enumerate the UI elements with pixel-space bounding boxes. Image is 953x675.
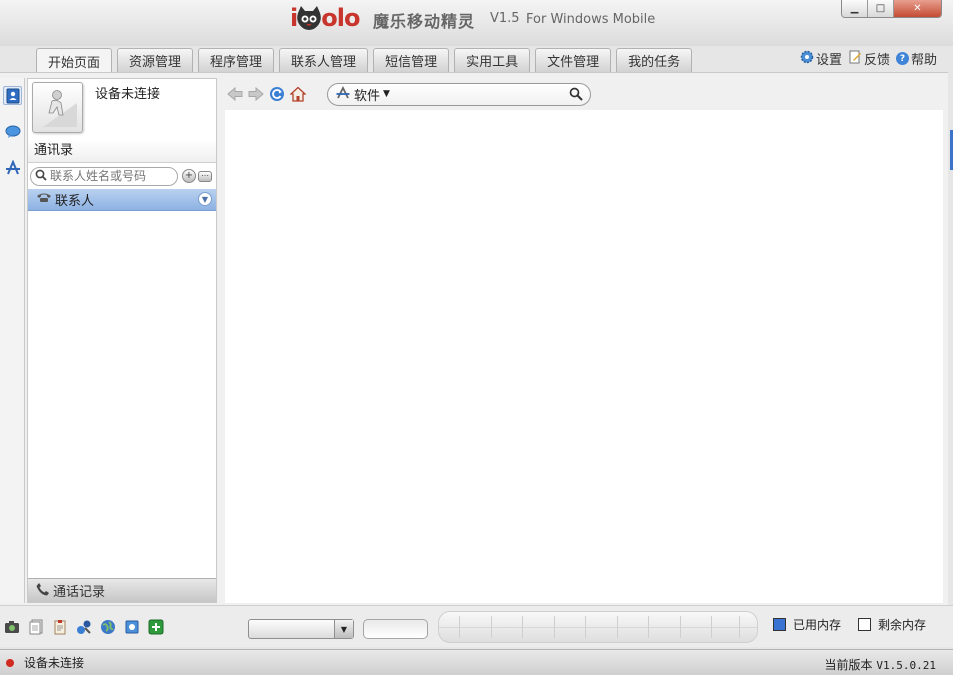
tab-files[interactable]: 文件管理 bbox=[535, 48, 612, 72]
contact-group-label: 联系人 bbox=[55, 194, 95, 209]
install-icon[interactable] bbox=[147, 618, 165, 636]
content-area bbox=[225, 110, 943, 603]
appstore-small-icon bbox=[336, 85, 350, 103]
tool-icons bbox=[3, 618, 165, 636]
feedback-button[interactable]: 反馈 bbox=[848, 49, 890, 68]
title-bar: i olo 魔乐移动精灵 V1.5 For Windows Mobile ▁ □… bbox=[0, 0, 953, 46]
section-title: 通讯录 bbox=[28, 139, 216, 163]
logo-cat-icon bbox=[295, 5, 323, 31]
address-label: 软件 bbox=[354, 88, 381, 104]
app-version: V1.5 bbox=[490, 11, 520, 26]
contacts-panel: 设备未连接 通讯录 + ⋯ 联系人 ▼ 通话记录 bbox=[27, 78, 217, 603]
tab-my-tasks[interactable]: 我的任务 bbox=[616, 48, 693, 72]
refresh-button[interactable] bbox=[267, 84, 287, 104]
legend-used-memory: 已用内存 bbox=[773, 616, 841, 633]
used-memory-swatch bbox=[773, 618, 786, 631]
window-controls: ▁ □ ✕ bbox=[841, 0, 942, 18]
maximize-icon: □ bbox=[875, 2, 886, 14]
device-info: 设备未连接 bbox=[28, 79, 216, 137]
help-button[interactable]: ? 帮助 bbox=[895, 49, 937, 68]
chevron-down-icon[interactable]: ▼ bbox=[198, 192, 212, 206]
handset-icon bbox=[36, 582, 49, 600]
globe-icon[interactable] bbox=[99, 618, 117, 636]
dropdown-arrow-icon[interactable]: ▼ bbox=[334, 620, 353, 638]
ellipsis-icon: ⋯ bbox=[201, 171, 209, 180]
network-tools-icon[interactable] bbox=[75, 618, 93, 636]
screenshot-icon[interactable] bbox=[123, 618, 141, 636]
minimize-icon: ▁ bbox=[850, 2, 859, 14]
contact-search-input[interactable] bbox=[50, 169, 175, 183]
phone-icon bbox=[36, 192, 52, 207]
more-options-button[interactable]: ⋯ bbox=[198, 170, 212, 182]
connection-status-text: 设备未连接 bbox=[24, 656, 85, 670]
plus-icon: + bbox=[184, 170, 194, 181]
tab-sms[interactable]: 短信管理 bbox=[373, 48, 450, 72]
bottom-toolbar: ▼ 已用内存 剩余内存 bbox=[0, 605, 953, 647]
top-actions: 设置 反馈 ? 帮助 bbox=[800, 49, 937, 68]
feedback-icon bbox=[848, 50, 862, 68]
legend-used-label: 已用内存 bbox=[793, 618, 842, 632]
version-value: V1.5.0.21 bbox=[876, 659, 936, 672]
call-log-label: 通话记录 bbox=[53, 585, 106, 600]
contact-search-box[interactable] bbox=[30, 166, 178, 186]
arrow-left-icon bbox=[227, 87, 243, 101]
status-bar: 设备未连接 当前版本 V1.5.0.21 bbox=[0, 649, 953, 675]
contact-group-row[interactable]: 联系人 ▼ bbox=[28, 189, 216, 211]
tab-tools[interactable]: 实用工具 bbox=[454, 48, 531, 72]
gear-icon bbox=[800, 50, 814, 68]
app-platform: For Windows Mobile bbox=[526, 12, 656, 27]
storage-select[interactable]: ▼ bbox=[248, 619, 354, 639]
forward-button[interactable] bbox=[246, 84, 266, 104]
device-status: 设备未连接 bbox=[95, 87, 161, 102]
legend-free-memory: 剩余内存 bbox=[858, 616, 926, 633]
maximize-button[interactable]: □ bbox=[868, 0, 894, 17]
contacts-book-icon[interactable] bbox=[3, 86, 22, 105]
tab-start-page[interactable]: 开始页面 bbox=[36, 48, 113, 73]
left-icon-strip bbox=[0, 78, 25, 603]
main-tabs: 开始页面 资源管理 程序管理 联系人管理 短信管理 实用工具 文件管理 我的任务 bbox=[36, 48, 697, 73]
close-icon: ✕ bbox=[913, 2, 922, 14]
logo-text-right: olo bbox=[321, 4, 360, 32]
settings-label: 设置 bbox=[815, 53, 842, 68]
device-avatar bbox=[32, 82, 83, 133]
app-title: 魔乐移动精灵 bbox=[373, 12, 476, 31]
device-figure-icon bbox=[43, 90, 77, 127]
appstore-icon[interactable] bbox=[3, 158, 22, 177]
contact-search-row: + ⋯ bbox=[30, 166, 216, 186]
tab-programs[interactable]: 程序管理 bbox=[198, 48, 275, 72]
home-icon bbox=[290, 86, 306, 102]
add-contact-button[interactable]: + bbox=[182, 169, 196, 183]
home-button[interactable] bbox=[288, 84, 308, 104]
memory-usage-bar bbox=[438, 611, 758, 643]
search-icon bbox=[35, 169, 47, 184]
caret-down-icon[interactable]: ▼ bbox=[383, 89, 390, 99]
address-search-icon[interactable] bbox=[569, 87, 583, 104]
feedback-label: 反馈 bbox=[863, 53, 890, 68]
call-log-button[interactable]: 通话记录 bbox=[28, 578, 216, 602]
arrow-right-icon bbox=[248, 87, 264, 101]
tab-contacts[interactable]: 联系人管理 bbox=[279, 48, 369, 72]
legend-free-label: 剩余内存 bbox=[878, 618, 927, 632]
storage-value-field bbox=[363, 619, 428, 639]
address-bar[interactable]: 软件 ▼ bbox=[327, 82, 591, 106]
settings-button[interactable]: 设置 bbox=[800, 49, 842, 68]
connection-status-dot bbox=[6, 658, 14, 667]
free-memory-swatch bbox=[858, 618, 871, 631]
app-logo: i olo bbox=[290, 4, 360, 32]
camera-icon[interactable] bbox=[3, 618, 21, 636]
version-info: 当前版本 V1.5.0.21 bbox=[825, 656, 936, 673]
minimize-button[interactable]: ▁ bbox=[842, 0, 868, 17]
help-icon: ? bbox=[895, 52, 909, 65]
message-bubble-icon[interactable] bbox=[3, 122, 22, 141]
refresh-icon bbox=[270, 87, 284, 101]
back-button[interactable] bbox=[225, 84, 245, 104]
version-label: 当前版本 bbox=[824, 658, 873, 672]
browser-nav-bar: 软件 ▼ bbox=[225, 80, 943, 108]
clipboard-icon[interactable] bbox=[51, 618, 69, 636]
close-button[interactable]: ✕ bbox=[894, 0, 941, 17]
help-label: 帮助 bbox=[910, 53, 937, 68]
tab-resources[interactable]: 资源管理 bbox=[117, 48, 194, 72]
documents-icon[interactable] bbox=[27, 618, 45, 636]
